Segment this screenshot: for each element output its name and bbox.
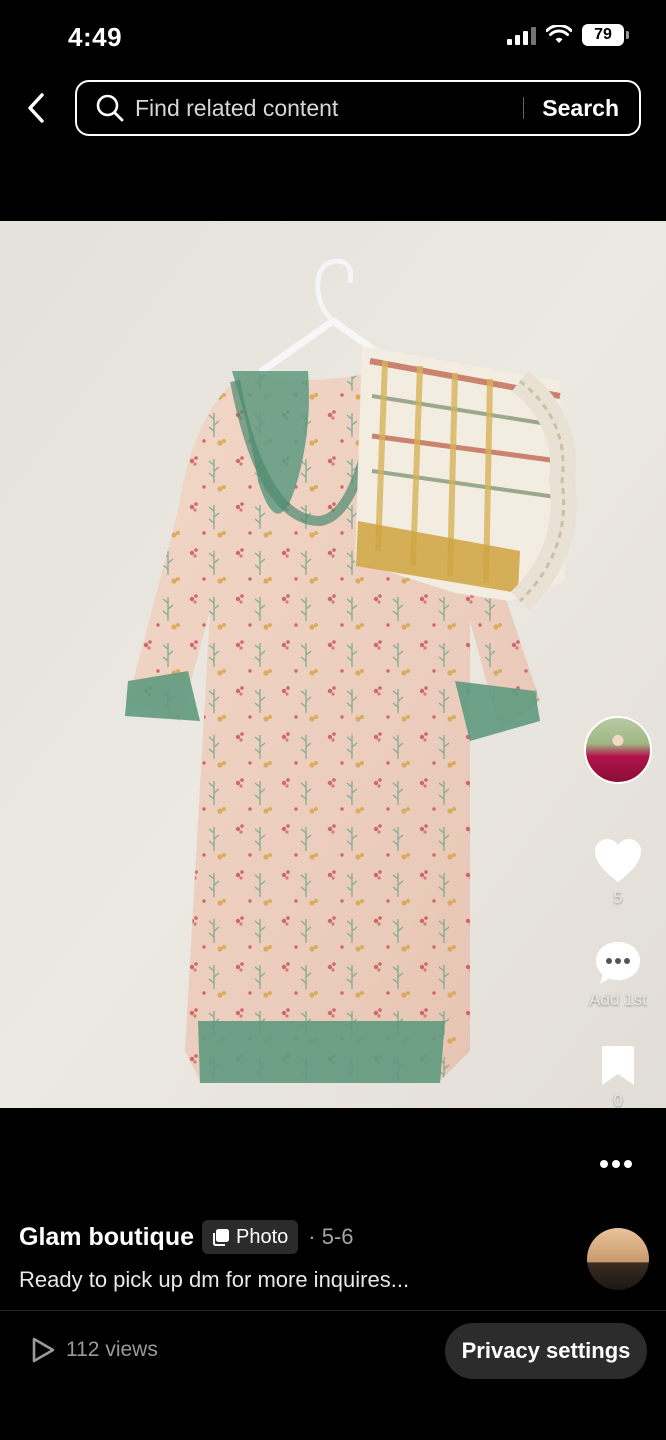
views-count: 112 views	[66, 1338, 158, 1361]
photo-badge: Photo	[202, 1220, 299, 1254]
author-row: Glam boutique Photo · 5-6	[19, 1220, 354, 1254]
dress-illustration	[0, 221, 666, 1108]
play-icon	[32, 1337, 55, 1363]
chevron-left-icon	[28, 93, 44, 123]
post-date: · 5-6	[308, 1224, 354, 1249]
more-dot	[624, 1160, 632, 1168]
privacy-settings-button[interactable]: Privacy settings	[445, 1323, 647, 1379]
search-divider	[523, 97, 525, 119]
more-options-button[interactable]	[600, 1160, 632, 1168]
views-counter: 112 views	[30, 1336, 158, 1364]
comment-count: Add 1st	[589, 990, 647, 1009]
comment-button[interactable]: Add 1st	[578, 940, 658, 1010]
search-button[interactable]: Search	[542, 95, 619, 122]
battery-indicator: 79	[582, 24, 629, 46]
search-input[interactable]: Find related content	[135, 95, 523, 122]
heart-icon	[595, 839, 641, 882]
photo-mode-icon	[213, 1229, 229, 1246]
post-photo[interactable]	[0, 221, 666, 1108]
search-bar[interactable]: Find related content Search	[75, 80, 641, 136]
bookmark-icon	[602, 1046, 634, 1085]
status-indicators: 79	[507, 24, 629, 46]
photo-badge-label: Photo	[236, 1225, 289, 1248]
back-button[interactable]	[18, 88, 54, 128]
post-caption[interactable]: Ready to pick up dm for more inquires...	[19, 1267, 409, 1293]
author-name[interactable]: Glam boutique	[19, 1223, 194, 1252]
like-count: 5	[613, 888, 623, 907]
creator-avatar[interactable]	[584, 716, 652, 784]
status-time: 4:49	[68, 22, 123, 52]
save-count: 0	[613, 1091, 623, 1110]
like-button[interactable]: 5	[578, 838, 658, 908]
search-icon	[95, 93, 125, 123]
more-dot	[600, 1160, 608, 1168]
save-button[interactable]: 0	[578, 1045, 658, 1111]
sound-avatar[interactable]	[587, 1228, 649, 1290]
wifi-icon	[546, 25, 572, 43]
more-dot	[612, 1160, 620, 1168]
cellular-signal-icon	[507, 25, 536, 45]
comment-icon	[596, 942, 640, 984]
bottom-divider	[0, 1310, 666, 1311]
